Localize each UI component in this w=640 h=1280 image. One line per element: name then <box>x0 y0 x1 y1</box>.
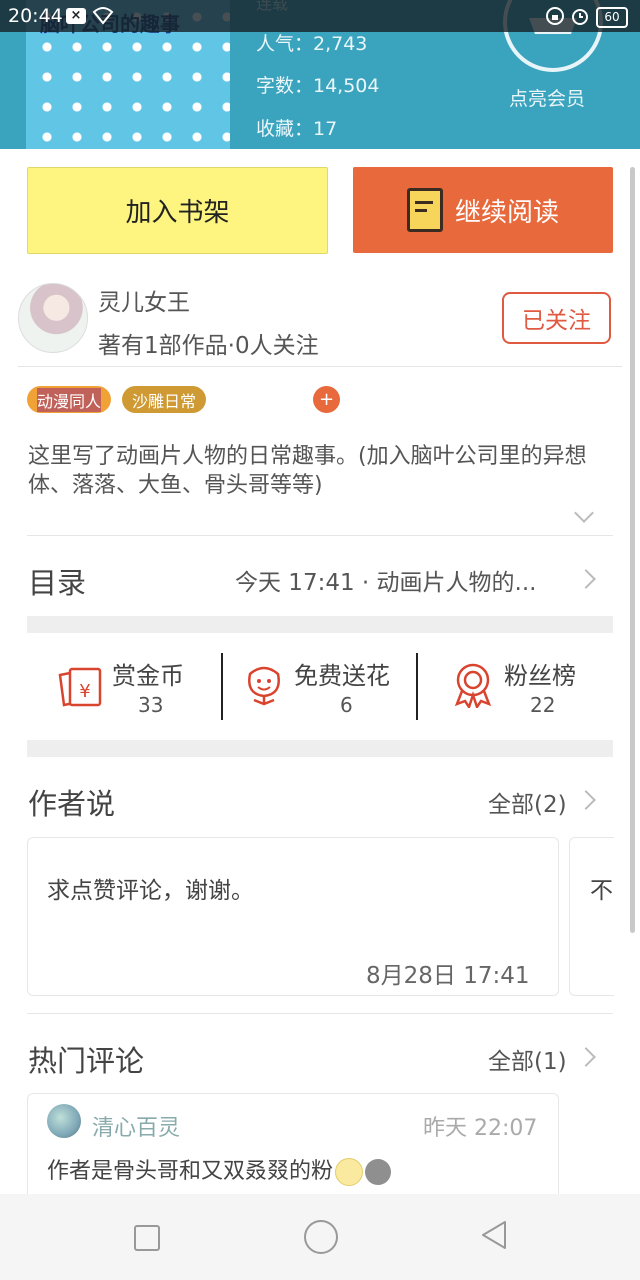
tag-3[interactable]: 脑叶公司 <box>217 386 303 413</box>
svg-text:¥: ¥ <box>79 681 90 702</box>
author-notes-see-all[interactable]: 全部(2) <box>488 785 567 819</box>
stat-value: 22 <box>530 693 556 717</box>
stat-label[interactable]: 粉丝榜 <box>504 656 576 691</box>
author-notes-title: 作者说 <box>28 787 116 821</box>
author-note-date: 8月28日 17:41 <box>366 963 530 989</box>
back-icon[interactable] <box>479 1219 509 1255</box>
hot-comments-see-all[interactable]: 全部(1) <box>488 1042 567 1076</box>
recents-icon[interactable] <box>134 1225 160 1251</box>
tag-label: 动漫同人 <box>36 387 101 412</box>
stat-label[interactable]: 免费送花 <box>294 656 390 691</box>
chevron-right-icon[interactable] <box>576 569 596 589</box>
continue-reading-button[interactable]: 继续阅读 <box>353 167 613 253</box>
section-separator <box>27 740 613 757</box>
stat-value: 6 <box>340 693 353 717</box>
commenter-name[interactable]: 清心百灵 <box>92 1110 180 1142</box>
author-name[interactable]: 灵儿女王 <box>98 283 190 317</box>
comment-time: 昨天 22:07 <box>423 1116 538 1141</box>
tag-2[interactable]: 沙雕日常 <box>122 386 206 413</box>
author-note-card[interactable] <box>569 837 614 996</box>
popularity-count: 人气：2,743 <box>256 33 368 55</box>
notification-badge: × <box>66 8 86 24</box>
scrollbar[interactable] <box>630 167 635 933</box>
stat-value: 33 <box>138 693 164 717</box>
tag-1[interactable]: 动漫同人 <box>27 386 111 413</box>
smile-emoji-icon <box>335 1158 364 1186</box>
follow-label: 已关注 <box>522 308 591 334</box>
commenter-avatar[interactable] <box>47 1104 81 1138</box>
comment-text: 作者是骨头哥和又双叒叕的粉 <box>47 1159 334 1184</box>
author-note-text: 不 <box>590 878 613 904</box>
chevron-right-icon[interactable] <box>576 1047 596 1067</box>
continue-reading-label: 继续阅读 <box>454 197 559 228</box>
comment-text-row: 作者是骨头哥和又双叒叕的粉 <box>47 1153 392 1186</box>
medal-icon[interactable] <box>452 662 494 712</box>
word-count: 字数：14,504 <box>256 75 380 97</box>
add-to-shelf-label: 加入书架 <box>125 198 230 228</box>
divider <box>27 1013 613 1014</box>
wifi-icon <box>92 5 114 29</box>
add-tag-button[interactable]: + <box>313 386 340 413</box>
alarm-icon <box>570 6 590 30</box>
chevron-right-icon[interactable] <box>576 790 596 810</box>
flower-icon[interactable] <box>244 664 284 710</box>
hot-comments-title: 热门评论 <box>28 1044 145 1078</box>
author-note-text: 求点赞评论，谢谢。 <box>47 878 254 904</box>
book-icon <box>406 188 443 232</box>
battery-icon: 60 <box>596 7 628 28</box>
stat-label[interactable]: 赏金币 <box>112 656 184 691</box>
tag-label: 脑叶公司 <box>227 391 292 411</box>
author-summary: 著有1部作品·0人关注 <box>98 333 319 359</box>
red-envelope-icon[interactable]: ¥ <box>56 663 104 711</box>
divider <box>18 366 622 367</box>
favorites-count: 收藏：17 <box>256 118 338 140</box>
divider <box>416 653 418 720</box>
follow-button[interactable]: 已关注 <box>502 292 611 344</box>
add-to-shelf-button[interactable]: 加入书架 <box>27 167 328 254</box>
toc-latest-chapter[interactable]: 今天 17:41 · 动画片人物的... <box>235 563 536 597</box>
vip-label[interactable]: 点亮会员 <box>509 84 585 111</box>
book-description: 这里写了动画片人物的日常趣事。(加入脑叶公司里的异想体、落落、大鱼、骨头哥等等) <box>28 444 587 498</box>
author-avatar[interactable] <box>18 283 88 353</box>
gray-emoji-icon <box>365 1159 392 1185</box>
expand-chevron-icon[interactable] <box>574 503 594 523</box>
toc-title[interactable]: 目录 <box>28 560 86 602</box>
divider <box>221 653 223 720</box>
divider <box>27 535 613 536</box>
status-bar: 20:44 × 60 <box>0 0 640 32</box>
clock: 20:44 <box>8 5 63 27</box>
home-icon[interactable] <box>304 1220 338 1254</box>
section-separator <box>27 616 613 633</box>
lock-icon <box>545 6 565 30</box>
tag-label: 沙雕日常 <box>131 391 196 411</box>
